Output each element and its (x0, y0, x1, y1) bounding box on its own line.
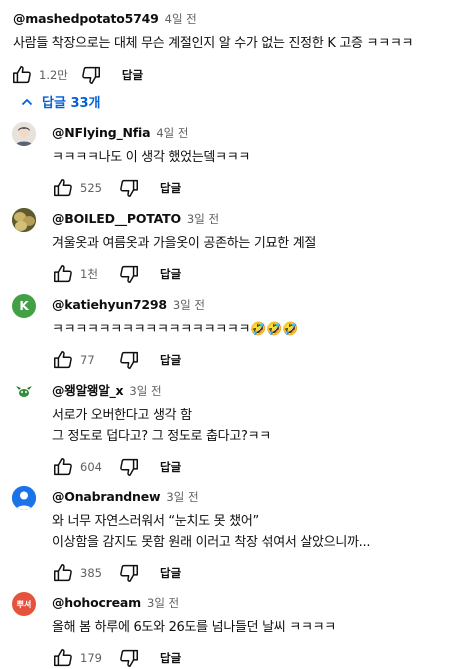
like-icon[interactable] (11, 64, 33, 86)
reply-actions: 604 답글 (52, 456, 452, 478)
reply-text-line: 서로가 오버한다고 생각 함 (52, 408, 192, 423)
reply-time[interactable]: 3일 전 (173, 298, 205, 312)
reply-actions: 385 답글 (52, 562, 452, 584)
reply-actions: 179 답글 (52, 647, 452, 669)
comment-header: @mashedpotato5749 4일 전 (13, 8, 463, 27)
reply-button[interactable]: 답글 (160, 266, 181, 282)
like-icon[interactable] (52, 263, 74, 285)
reply-time[interactable]: 3일 전 (187, 212, 219, 226)
reply-author[interactable]: @Onabrandnew (52, 489, 161, 504)
like-count: 1천 (80, 267, 98, 281)
reply-text: 겨울옷과 여름옷과 가을옷이 공존하는 기묘한 계절 (52, 236, 317, 251)
comment-text: 사람들 착장으로는 대체 무슨 계절인지 알 수가 없는 진정한 K 고증 ㅋㅋ… (13, 36, 414, 51)
like-icon[interactable] (52, 349, 74, 371)
reply-author[interactable]: @BOILED__POTATO (52, 211, 181, 226)
avatar[interactable] (12, 380, 36, 404)
reply-button[interactable]: 답글 (160, 180, 181, 196)
avatar[interactable]: K (12, 294, 36, 318)
reply-text: ㅋㅋㅋㅋㅋㅋㅋㅋㅋㅋㅋㅋㅋㅋㅋㅋㅋ🤣🤣🤣 (52, 322, 298, 337)
avatar[interactable] (12, 208, 36, 232)
reply-body: @katiehyun7298 3일 전 ㅋㅋㅋㅋㅋㅋㅋㅋㅋㅋㅋㅋㅋㅋㅋㅋㅋ🤣🤣🤣 … (52, 294, 452, 371)
reply-body: @NFlying_Nfia 4일 전 ㅋㅋㅋㅋ나도 이 생각 했었는뎈ㅋㅋㅋ 52… (52, 122, 452, 199)
reply-text: ㅋㅋㅋㅋ나도 이 생각 했었는뎈ㅋㅋㅋ (52, 150, 251, 165)
reply-actions: 1천 답글 (52, 263, 452, 285)
like-count: 77 (80, 353, 95, 367)
avatar[interactable]: 뿌셔 (12, 592, 36, 616)
reply-actions: 525 답글 (52, 177, 452, 199)
reply-author[interactable]: @NFlying_Nfia (52, 125, 151, 140)
reply-button[interactable]: 답글 (160, 459, 181, 475)
dislike-icon[interactable] (118, 349, 140, 371)
reply-button[interactable]: 답글 (122, 67, 143, 83)
chevron-up-icon (20, 95, 34, 109)
reply-body: @hohocream 3일 전 올해 봄 하루에 6도와 26도를 넘나들던 날씨… (52, 592, 452, 669)
reply-author[interactable]: @hohocream (52, 595, 141, 610)
like-icon[interactable] (52, 562, 74, 584)
dislike-icon[interactable] (118, 647, 140, 669)
reply-time[interactable]: 3일 전 (147, 596, 179, 610)
top-comment: @mashedpotato5749 4일 전 사람들 착장으로는 대체 무슨 계절… (13, 8, 463, 86)
reply-text-line: 이상함을 감지도 못함 원래 이러고 착장 섞여서 살았으니까... (52, 535, 371, 550)
dislike-icon[interactable] (118, 456, 140, 478)
reply-body: @Onabrandnew 3일 전 와 너무 자연스러워서 “눈치도 못 챘어” … (52, 486, 452, 584)
dislike-icon[interactable] (118, 263, 140, 285)
reply-button[interactable]: 답글 (160, 352, 181, 368)
reply-time[interactable]: 3일 전 (129, 384, 161, 398)
replies-count-label: 답글 33개 (42, 96, 101, 111)
reply-author[interactable]: @왱알왱알_x (52, 383, 124, 398)
comment-actions: 1.2만 답글 (11, 64, 463, 86)
comment-time[interactable]: 4일 전 (165, 12, 197, 26)
like-count: 604 (80, 460, 102, 474)
like-count: 1.2만 (39, 68, 68, 82)
like-icon[interactable] (52, 456, 74, 478)
reply-author[interactable]: @katiehyun7298 (52, 297, 167, 312)
avatar[interactable] (12, 122, 36, 146)
comment-author[interactable]: @mashedpotato5749 (13, 11, 159, 26)
reply-body: @왱알왱알_x 3일 전 서로가 오버한다고 생각 함 그 정도로 덥다고? 그 … (52, 380, 452, 478)
reply-text: 올해 봄 하루에 6도와 26도를 넘나들던 날씨 ㅋㅋㅋㅋ (52, 620, 336, 635)
like-icon[interactable] (52, 177, 74, 199)
replies-toggle-button[interactable]: 답글 33개 (20, 92, 101, 111)
like-count: 525 (80, 181, 102, 195)
reply-text-line: 그 정도로 덥다고? 그 정도로 춥다고?ㅋㅋ (52, 429, 271, 444)
reply-time[interactable]: 4일 전 (156, 126, 188, 140)
reply-text-line: 와 너무 자연스러워서 “눈치도 못 챘어” (52, 514, 259, 529)
dislike-icon[interactable] (118, 562, 140, 584)
reply-body: @BOILED__POTATO 3일 전 겨울옷과 여름옷과 가을옷이 공존하는 … (52, 208, 452, 285)
reply-button[interactable]: 답글 (160, 565, 181, 581)
reply-actions: 77 답글 (52, 349, 452, 371)
dislike-icon[interactable] (118, 177, 140, 199)
like-icon[interactable] (52, 647, 74, 669)
dislike-icon[interactable] (80, 64, 102, 86)
reply-button[interactable]: 답글 (160, 650, 181, 666)
avatar[interactable] (12, 486, 36, 510)
like-count: 385 (80, 566, 102, 580)
like-count: 179 (80, 651, 102, 665)
reply-time[interactable]: 3일 전 (166, 490, 198, 504)
